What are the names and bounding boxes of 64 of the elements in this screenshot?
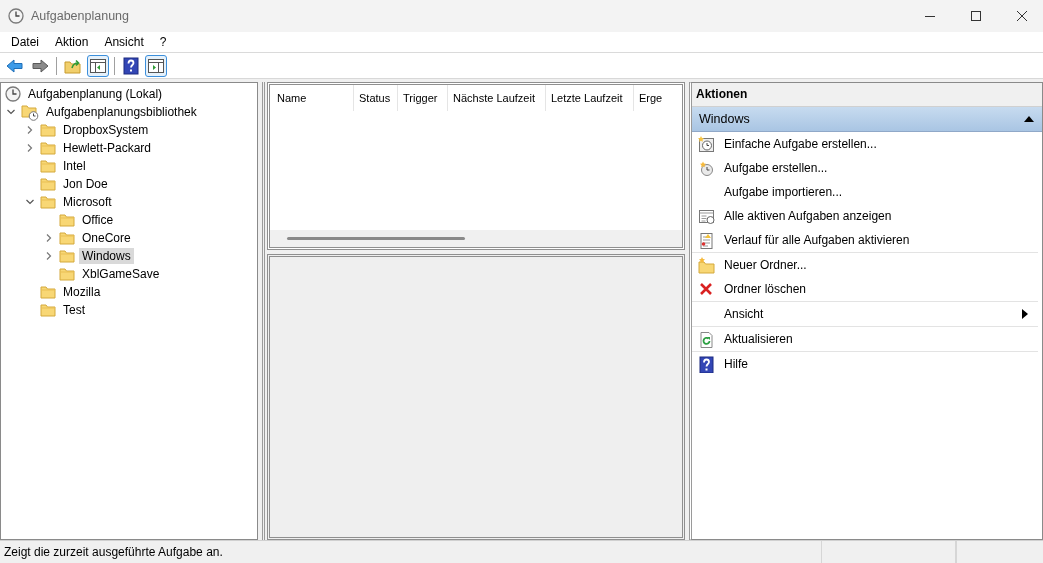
menu-item[interactable]: Datei xyxy=(3,35,47,49)
clock-star-icon xyxy=(698,159,715,177)
folder-icon xyxy=(59,212,75,228)
menu-item[interactable]: Ansicht xyxy=(96,35,152,49)
tree-item[interactable]: Office xyxy=(79,212,117,228)
actions-title: Aktionen xyxy=(692,83,1042,107)
action-item[interactable]: Einfache Aufgabe erstellen... xyxy=(692,132,1038,156)
tree-item[interactable]: XblGameSave xyxy=(79,266,163,282)
tree-item[interactable]: DropboxSystem xyxy=(60,122,152,138)
tree-item[interactable]: Aufgabenplanungsbibliothek xyxy=(43,104,200,120)
column-header[interactable]: Erge xyxy=(634,85,668,111)
tree-item[interactable]: OneCore xyxy=(79,230,134,246)
maximize-icon[interactable] xyxy=(971,11,981,21)
action-item[interactable]: Hilfe xyxy=(692,352,1038,376)
tree-item[interactable]: Windows xyxy=(79,248,134,264)
scrollbar-thumb[interactable] xyxy=(287,237,465,240)
folder-icon xyxy=(59,266,75,282)
column-header[interactable]: Name xyxy=(270,85,354,111)
action-item[interactable]: Alle aktiven Aufgaben anzeigen xyxy=(692,204,1038,228)
close-icon[interactable] xyxy=(1017,11,1027,21)
folder-star-icon xyxy=(698,256,715,274)
folder-icon xyxy=(40,194,56,210)
tree-item[interactable]: Microsoft xyxy=(60,194,115,210)
action-item[interactable]: Aufgabe importieren... xyxy=(692,180,1038,204)
action-item[interactable]: Aufgabe erstellen... xyxy=(692,156,1038,180)
section-header[interactable]: Windows xyxy=(692,107,1042,132)
action-item[interactable]: Aktualisieren xyxy=(692,327,1038,351)
tree-item[interactable]: Aufgabenplanung (Lokal) xyxy=(25,86,166,102)
action-item[interactable]: Verlauf für alle Aufgaben aktivieren xyxy=(692,228,1038,252)
column-header[interactable]: Status xyxy=(354,85,398,111)
folder-icon xyxy=(40,140,56,156)
refresh-icon xyxy=(698,330,715,348)
tree-item[interactable]: Hewlett-Packard xyxy=(60,140,155,156)
action-item[interactable]: Ordner löschen xyxy=(692,277,1038,301)
tree-item[interactable]: Intel xyxy=(60,158,89,174)
clock-icon xyxy=(5,86,21,102)
clock-icon xyxy=(8,8,24,24)
menu-item[interactable]: ? xyxy=(151,35,175,49)
status-text: Zeigt die zurzeit ausgeführte Aufgabe an. xyxy=(3,545,224,559)
help-button[interactable] xyxy=(120,54,142,77)
tree-item[interactable]: Test xyxy=(60,302,88,318)
folder-icon xyxy=(59,230,75,246)
action-item[interactable]: Ansicht xyxy=(692,302,1038,326)
action-item[interactable]: Neuer Ordner... xyxy=(692,253,1038,277)
window-title: Aufgabenplanung xyxy=(31,9,129,23)
help-icon xyxy=(698,355,715,373)
column-header[interactable]: Letzte Laufzeit xyxy=(546,85,634,111)
notepad-icon xyxy=(698,231,715,249)
pane-button[interactable] xyxy=(145,54,167,77)
section-title: Windows xyxy=(699,112,750,126)
folder-icon xyxy=(40,158,56,174)
folder-icon xyxy=(40,302,56,318)
folder-icon xyxy=(40,176,56,192)
tree-item[interactable]: Jon Doe xyxy=(60,176,111,192)
folder-icon xyxy=(59,248,75,264)
folder-icon xyxy=(40,122,56,138)
tree-item[interactable]: Mozilla xyxy=(60,284,104,300)
folder-icon xyxy=(40,284,56,300)
pane-button[interactable] xyxy=(87,54,109,77)
column-header[interactable]: Trigger xyxy=(398,85,448,111)
folder-clock-icon xyxy=(21,103,39,121)
column-header[interactable]: Nächste Laufzeit xyxy=(448,85,546,111)
window-clock-icon xyxy=(698,207,715,225)
menu-item[interactable]: Aktion xyxy=(47,35,97,49)
